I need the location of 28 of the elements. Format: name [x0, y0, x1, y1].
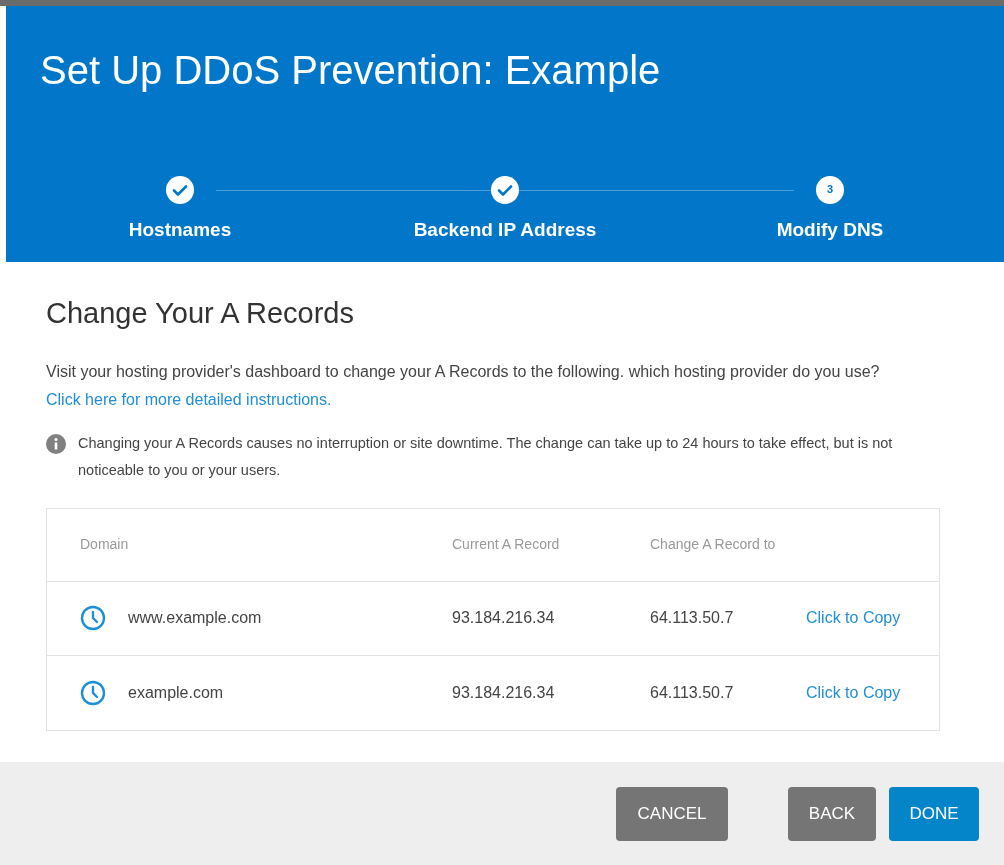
note-text: Changing your A Records causes no interruption or site downtime. The change can take up to 24 hours to take effect, but is not noticeable to you or your users.	[78, 433, 894, 480]
clock-icon	[80, 679, 106, 706]
step-label: Hostnames	[128, 217, 232, 242]
copy-link[interactable]: Click to Copy	[806, 680, 901, 705]
step-number: 3	[816, 175, 844, 204]
domain-cell-text: www.example.com	[128, 608, 262, 628]
description-text: Visit your hosting provider's dashboard to change your A Records to the following. which hosting provider do you use? Click here for more detailed instructions.	[46, 361, 881, 410]
new-record-cell-text: 64.113.50.7	[650, 608, 735, 628]
checkmark-icon	[166, 175, 194, 204]
copy-link[interactable]: Click to Copy	[806, 606, 901, 630]
column-header: Current A Record	[452, 535, 561, 554]
info-icon	[46, 433, 66, 454]
step-label: Backend IP Address	[413, 217, 597, 242]
column-header: Change A Record to	[650, 535, 776, 554]
current-record-cell-text: 93.184.216.34	[452, 608, 556, 628]
dialog-title: Set Up DDoS Prevention: Example	[40, 47, 662, 94]
back-button[interactable]: BACK	[788, 786, 876, 841]
column-header: Domain	[80, 535, 130, 554]
section-title: Change Your A Records	[46, 296, 355, 331]
done-button[interactable]: DONE	[889, 786, 979, 841]
step-label: Modify DNS	[776, 217, 884, 242]
new-record-cell-text: 64.113.50.7	[650, 682, 735, 703]
current-record-cell-text: 93.184.216.34	[452, 682, 556, 703]
checkmark-icon	[491, 175, 519, 204]
clock-icon	[80, 605, 106, 631]
cancel-button[interactable]: CANCEL	[616, 786, 728, 841]
domain-cell-text: example.com	[128, 682, 224, 703]
instructions-link[interactable]: Click here for more detailed instructions.	[46, 390, 332, 408]
